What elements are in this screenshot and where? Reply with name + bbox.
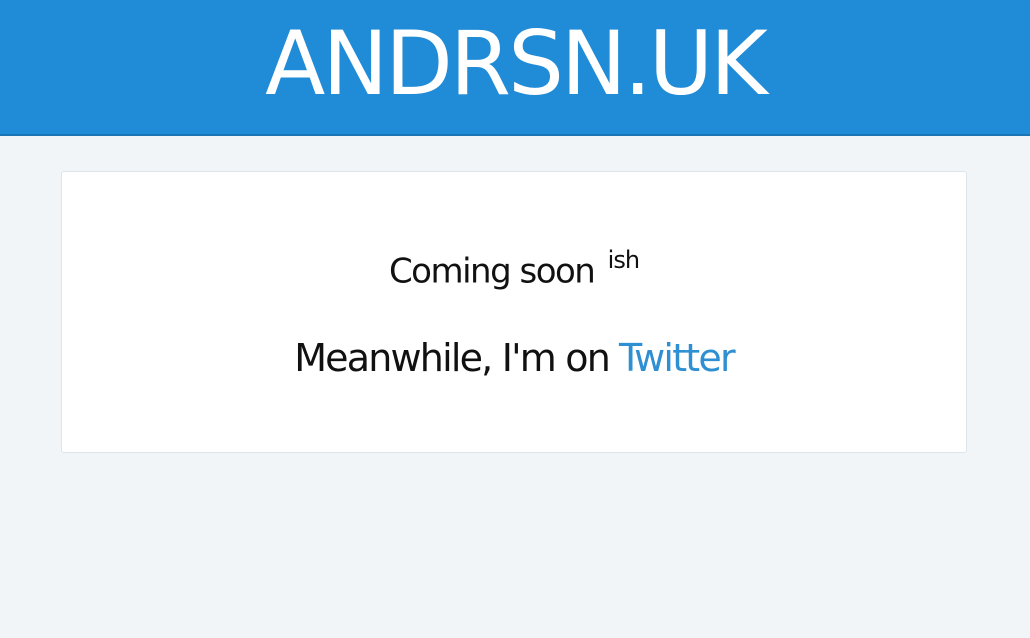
site-title-link[interactable]: ANDRSN.UK [265,20,768,114]
twitter-link[interactable]: Twitter [619,336,736,380]
content-card: Coming soon ish Meanwhile, I'm on Twitter [61,171,967,453]
coming-soon-suffix: ish [607,246,640,274]
coming-soon-label: Coming soon [388,251,596,292]
coming-soon-text: Coming soon ish [62,246,966,292]
site-header: ANDRSN.UK [0,0,1030,136]
meanwhile-text: Meanwhile, I'm on Twitter [62,336,966,380]
meanwhile-label: Meanwhile, I'm on [294,336,611,380]
